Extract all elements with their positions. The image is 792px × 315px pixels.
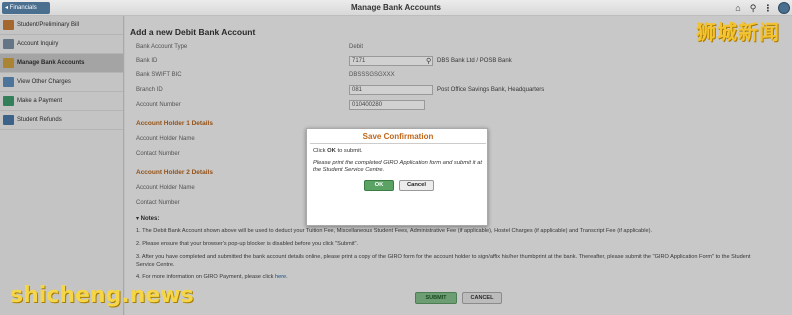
watermark-chinese: 狮城新闻 — [696, 20, 780, 44]
dialog-cancel-button[interactable]: Cancel — [399, 180, 434, 191]
more-icon[interactable]: ⋮ — [762, 2, 774, 14]
dialog-instruction-suffix: to submit. — [335, 148, 363, 154]
dialog-instruction-ok: OK — [327, 148, 336, 154]
dialog-instruction: Click OK to submit. — [313, 148, 363, 154]
dialog-message: Please print the completed GIRO Applicat… — [313, 160, 482, 173]
search-icon[interactable]: ⚲ — [747, 2, 759, 14]
home-icon[interactable]: ⌂ — [732, 2, 744, 14]
dialog-divider — [310, 143, 486, 144]
page-header-title: Manage Bank Accounts — [351, 3, 441, 12]
watermark-site: shicheng.news — [10, 283, 194, 308]
dialog-instruction-prefix: Click — [313, 148, 328, 154]
dialog-ok-button[interactable]: OK — [364, 180, 394, 191]
dialog-title: Save Confirmation — [362, 132, 434, 141]
top-bar: ◂ Financials Manage Bank Accounts ⌂ ⚲ ⋮ — [0, 0, 792, 16]
profile-icon[interactable] — [778, 2, 790, 14]
save-confirmation-dialog: Save Confirmation Click OK to submit. Pl… — [306, 128, 488, 226]
